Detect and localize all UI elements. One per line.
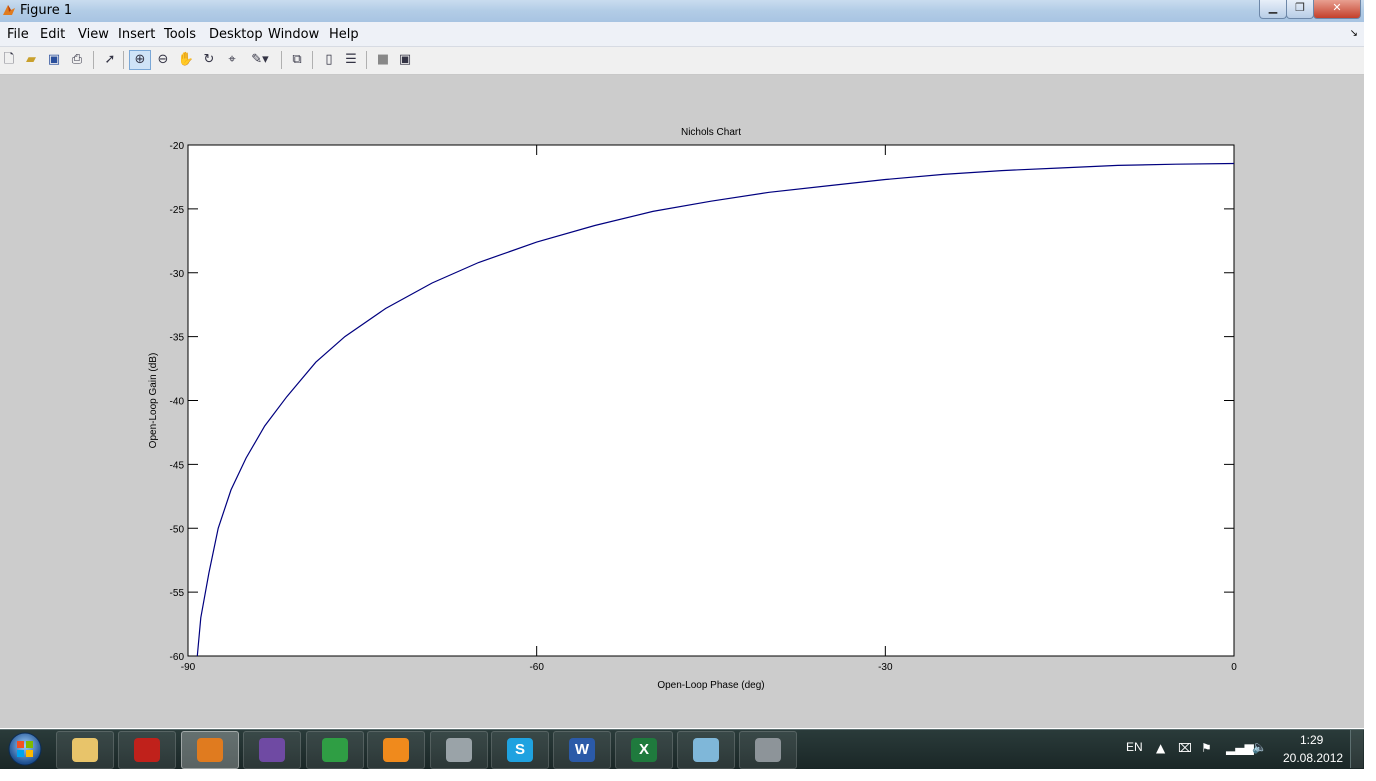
taskbar-item-matlab[interactable]: [181, 731, 239, 769]
language-indicator[interactable]: EN: [1126, 740, 1143, 754]
y-axis-label: Open-Loop Gain (dB): [148, 353, 159, 449]
visual-studio-icon: [259, 738, 285, 762]
matlab-icon: [197, 738, 223, 762]
new-figure-icon[interactable]: 🗋: [0, 51, 18, 69]
taskbar-item-word[interactable]: W: [553, 731, 611, 769]
rotate-3d-icon[interactable]: ↻: [200, 51, 218, 69]
open-file-icon[interactable]: ▰: [22, 51, 40, 69]
x-tick-label: -60: [529, 662, 544, 673]
x-tick-label: -90: [181, 662, 196, 673]
window-title: Figure 1: [20, 3, 73, 18]
action-center-flag-icon[interactable]: ⚑: [1201, 741, 1212, 755]
notes-app-icon: [693, 738, 719, 762]
clock-date[interactable]: 20.08.2012: [1283, 751, 1343, 765]
chart-title: Nichols Chart: [681, 127, 741, 138]
close-button[interactable]: ✕: [1313, 0, 1361, 19]
windows-taskbar: S W X EN ▲ ⌧ ⚑ ▂▄▆ 🔈 1:29 20.08.2012: [0, 729, 1364, 770]
screen-bottom-edge: [0, 769, 1376, 781]
menu-tools[interactable]: Tools: [164, 27, 196, 42]
y-tick-label: -20: [170, 141, 185, 152]
network-signal-icon[interactable]: ▂▄▆: [1226, 741, 1254, 755]
menu-insert[interactable]: Insert: [118, 27, 155, 42]
taskbar-item-file-explorer[interactable]: [56, 731, 114, 769]
toolbar-separator: [123, 51, 124, 69]
window-titlebar[interactable]: Figure 1 ▁ ❐ ✕: [0, 0, 1364, 23]
excel-icon: X: [631, 738, 657, 762]
y-tick-label: -55: [170, 588, 185, 599]
acrobat-icon: [134, 738, 160, 762]
media-player-icon: [383, 738, 409, 762]
y-tick-label: -35: [170, 333, 185, 344]
zoom-in-icon[interactable]: ⊕: [129, 50, 151, 70]
link-plot-icon[interactable]: ⧉: [288, 51, 306, 69]
minimize-button[interactable]: ▁: [1259, 0, 1287, 19]
taskbar-item-clock-app[interactable]: [430, 731, 488, 769]
clock-app-icon: [446, 738, 472, 762]
maximize-button[interactable]: ❐: [1286, 0, 1314, 19]
chrome-icon: [322, 738, 348, 762]
y-tick-label: -30: [170, 269, 185, 280]
taskbar-item-visual-studio[interactable]: [243, 731, 301, 769]
taskbar-item-notes-app[interactable]: [677, 731, 735, 769]
show-hidden-icons-icon[interactable]: ▲: [1156, 741, 1165, 755]
toolbar-separator: [366, 51, 367, 69]
legend-icon[interactable]: ☰: [342, 51, 360, 69]
word-icon: W: [569, 738, 595, 762]
print-icon[interactable]: ⎙: [68, 51, 86, 69]
menu-window[interactable]: Window: [268, 27, 319, 42]
taskbar-item-chrome[interactable]: [306, 731, 364, 769]
show-plot-tools-icon[interactable]: ▣: [396, 51, 414, 69]
plot-area: [187, 144, 1235, 657]
menu-help[interactable]: Help: [329, 27, 359, 42]
hide-plot-tools-icon[interactable]: ■: [374, 51, 392, 69]
file-explorer-icon: [72, 738, 98, 762]
save-icon[interactable]: ▣: [45, 51, 63, 69]
x-axis-label: Open-Loop Phase (deg): [657, 680, 764, 691]
matlab-logo-icon: [3, 5, 15, 15]
x-tick-label: 0: [1231, 662, 1237, 673]
y-tick-label: -50: [170, 524, 185, 535]
figure-canvas: -90 -60 -30 0 -20 -25 -30 -35 -40 -45 -50 -55 -60 Nic…: [0, 75, 1364, 728]
speaker-app-icon: [755, 738, 781, 762]
usb-device-icon[interactable]: ⌧: [1178, 741, 1192, 755]
toolbar-separator: [93, 51, 94, 69]
pan-hand-icon[interactable]: ✋: [177, 51, 195, 69]
menu-view[interactable]: View: [78, 27, 109, 42]
volume-icon[interactable]: 🔈: [1252, 740, 1267, 754]
taskbar-item-skype[interactable]: S: [491, 731, 549, 769]
figure-toolbar: 🗋 ▰ ▣ ⎙ ➚ ⊕ ⊖ ✋ ↻ ⌖ ✎▾ ⧉ ▯ ☰ ■ ▣: [0, 47, 1364, 75]
data-cursor-icon[interactable]: ⌖: [223, 51, 241, 69]
menu-file[interactable]: File: [7, 27, 29, 42]
taskbar-item-acrobat[interactable]: [118, 731, 176, 769]
dock-arrow-icon[interactable]: ↘: [1350, 28, 1358, 39]
toolbar-separator: [312, 51, 313, 69]
brush-icon[interactable]: ✎▾: [246, 51, 274, 69]
x-tick-label: -30: [878, 662, 893, 673]
y-tick-label: -40: [170, 397, 185, 408]
menubar: File Edit View Insert Tools Desktop Wind…: [0, 22, 1364, 47]
clock-time[interactable]: 1:29: [1300, 733, 1323, 747]
taskbar-item-media-player[interactable]: [367, 731, 425, 769]
menu-desktop[interactable]: Desktop: [209, 27, 263, 42]
skype-icon: S: [507, 738, 533, 762]
start-button-icon[interactable]: [4, 730, 46, 768]
taskbar-item-excel[interactable]: X: [615, 731, 673, 769]
y-tick-label: -45: [170, 460, 185, 471]
select-arrow-icon[interactable]: ➚: [101, 51, 119, 69]
toolbar-separator: [281, 51, 282, 69]
y-tick-label: -25: [170, 205, 185, 216]
menu-edit[interactable]: Edit: [40, 27, 65, 42]
zoom-out-icon[interactable]: ⊖: [154, 51, 172, 69]
nichols-chart[interactable]: -90 -60 -30 0-20-25-30-35-40-45-50-55-60Nic…: [0, 75, 1364, 728]
show-desktop-button[interactable]: [1350, 730, 1363, 768]
screen-edge: [1364, 0, 1376, 781]
taskbar-item-speaker-app[interactable]: [739, 731, 797, 769]
colorbar-icon[interactable]: ▯: [320, 51, 338, 69]
y-tick-label: -60: [170, 652, 185, 663]
